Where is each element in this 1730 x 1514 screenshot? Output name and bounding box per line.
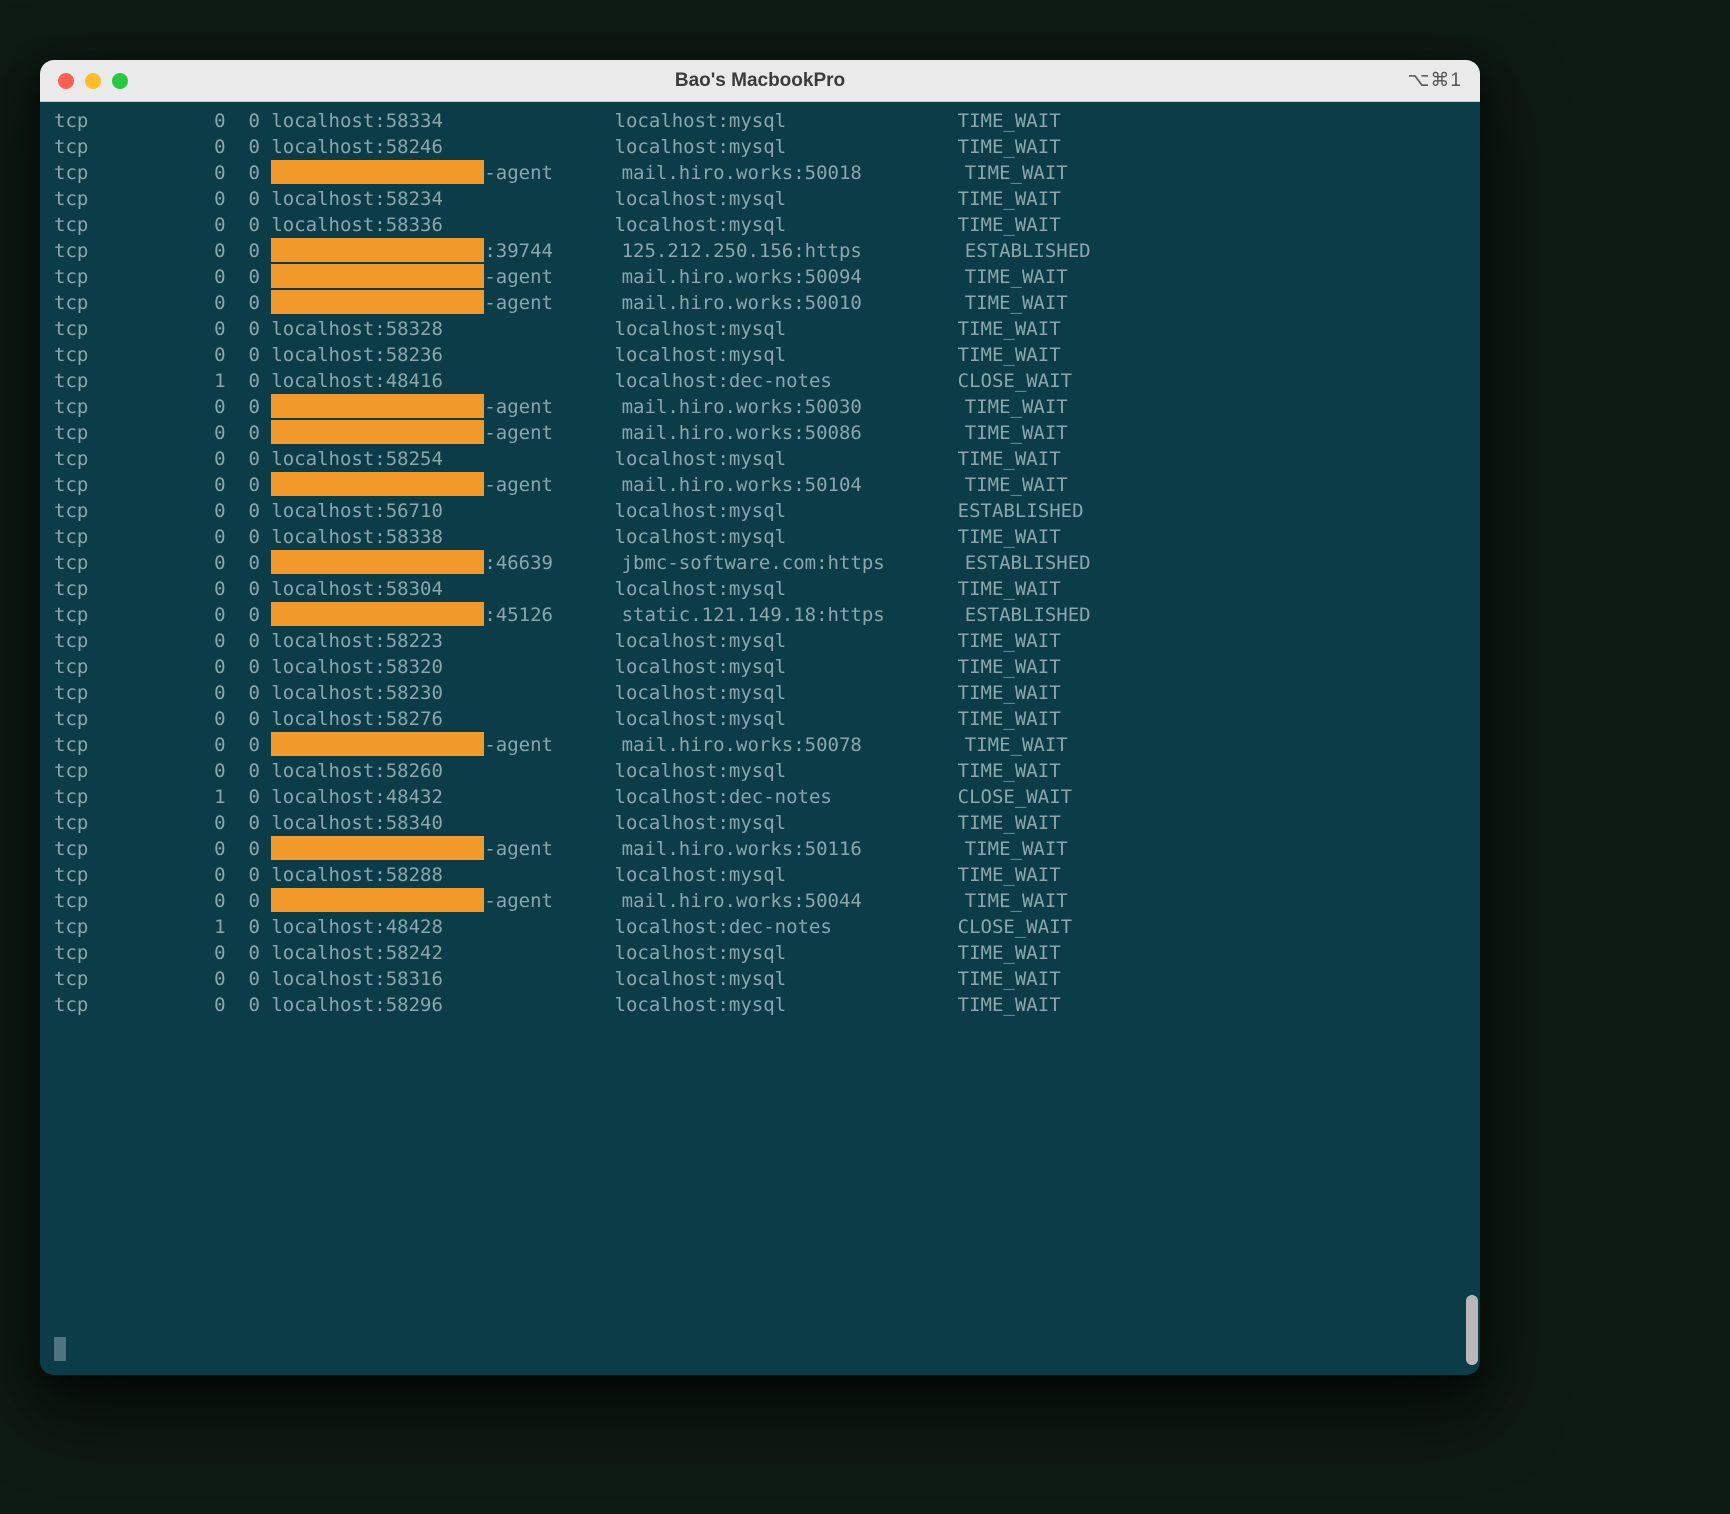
netstat-row: tcp 0 0 localhost:58234 localhost:mysql … [54,186,1470,212]
netstat-row: tcp 0 0 -agent mail.hiro.works:50086 TIM… [54,420,1470,446]
redacted-block [271,472,484,496]
netstat-row: tcp 0 0 localhost:58304 localhost:mysql … [54,576,1470,602]
netstat-row: tcp 0 0 localhost:58230 localhost:mysql … [54,680,1470,706]
netstat-row: tcp 0 0 -agent mail.hiro.works:50030 TIM… [54,394,1470,420]
netstat-row: tcp 0 0 localhost:58288 localhost:mysql … [54,862,1470,888]
netstat-row: tcp 0 0 -agent mail.hiro.works:50116 TIM… [54,836,1470,862]
netstat-row: tcp 0 0 localhost:58334 localhost:mysql … [54,108,1470,134]
netstat-row: tcp 0 0 -agent mail.hiro.works:50018 TIM… [54,160,1470,186]
maximize-button[interactable] [112,73,128,89]
netstat-row: tcp 0 0 :46639 jbmc-software.com:https E… [54,550,1470,576]
netstat-row: tcp 0 0 localhost:58242 localhost:mysql … [54,940,1470,966]
netstat-row: tcp 1 0 localhost:48416 localhost:dec-no… [54,368,1470,394]
redacted-block [271,602,484,626]
redacted-block [271,160,484,184]
window-title: Bao's MacbookPro [40,70,1480,92]
netstat-row: tcp 0 0 localhost:58328 localhost:mysql … [54,316,1470,342]
netstat-row: tcp 0 0 localhost:58320 localhost:mysql … [54,654,1470,680]
netstat-row: tcp 0 0 localhost:58296 localhost:mysql … [54,992,1470,1018]
cursor-icon [54,1337,66,1361]
netstat-row: tcp 0 0 localhost:56710 localhost:mysql … [54,498,1470,524]
netstat-row: tcp 0 0 localhost:58316 localhost:mysql … [54,966,1470,992]
scrollbar-thumb[interactable] [1466,1295,1478,1365]
redacted-block [271,264,484,288]
redacted-block [271,290,484,314]
netstat-row: tcp 0 0 :45126 static.121.149.18:https E… [54,602,1470,628]
scrollbar-track[interactable] [1466,104,1478,1365]
terminal-pane[interactable]: tcp 0 0 localhost:58334 localhost:mysql … [40,102,1480,1375]
redacted-block [271,550,484,574]
traffic-lights [40,73,128,89]
netstat-row: tcp 0 0 -agent mail.hiro.works:50078 TIM… [54,732,1470,758]
netstat-row: tcp 0 0 -agent mail.hiro.works:50044 TIM… [54,888,1470,914]
netstat-row: tcp 0 0 localhost:58336 localhost:mysql … [54,212,1470,238]
netstat-row: tcp 0 0 :39744 125.212.250.156:https EST… [54,238,1470,264]
netstat-row: tcp 0 0 localhost:58236 localhost:mysql … [54,342,1470,368]
netstat-row: tcp 1 0 localhost:48432 localhost:dec-no… [54,784,1470,810]
redacted-block [271,836,484,860]
netstat-row: tcp 0 0 localhost:58246 localhost:mysql … [54,134,1470,160]
netstat-row: tcp 0 0 -agent mail.hiro.works:50010 TIM… [54,290,1470,316]
terminal-window: Bao's MacbookPro ⌥⌘1 tcp 0 0 localhost:5… [40,60,1480,1375]
netstat-row: tcp 0 0 -agent mail.hiro.works:50104 TIM… [54,472,1470,498]
redacted-block [271,238,484,262]
netstat-row: tcp 0 0 -agent mail.hiro.works:50094 TIM… [54,264,1470,290]
netstat-row: tcp 0 0 localhost:58340 localhost:mysql … [54,810,1470,836]
tab-shortcut-label: ⌥⌘1 [1408,69,1480,92]
netstat-row: tcp 0 0 localhost:58254 localhost:mysql … [54,446,1470,472]
netstat-row: tcp 0 0 localhost:58338 localhost:mysql … [54,524,1470,550]
netstat-row: tcp 0 0 localhost:58260 localhost:mysql … [54,758,1470,784]
redacted-block [271,394,484,418]
close-button[interactable] [58,73,74,89]
minimize-button[interactable] [85,73,101,89]
netstat-row: tcp 0 0 localhost:58276 localhost:mysql … [54,706,1470,732]
redacted-block [271,732,484,756]
netstat-row: tcp 0 0 localhost:58223 localhost:mysql … [54,628,1470,654]
redacted-block [271,420,484,444]
redacted-block [271,888,484,912]
window-titlebar[interactable]: Bao's MacbookPro ⌥⌘1 [40,60,1480,102]
netstat-row: tcp 1 0 localhost:48428 localhost:dec-no… [54,914,1470,940]
